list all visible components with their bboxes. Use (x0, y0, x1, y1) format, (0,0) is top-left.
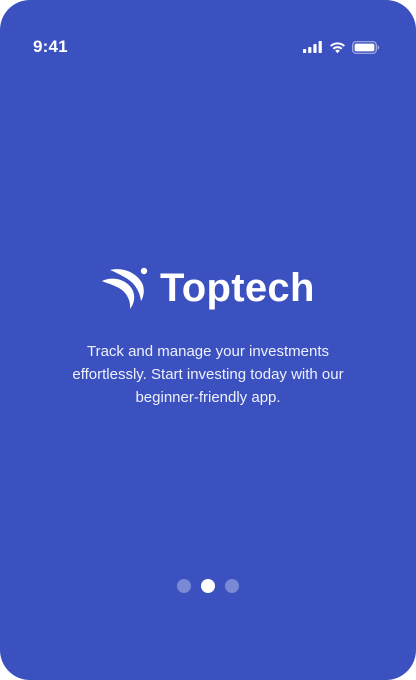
tagline-line: effortlessly. Start investing today with… (72, 366, 344, 383)
status-bar: 9:41 (0, 0, 416, 90)
page-dot-3[interactable] (225, 579, 239, 593)
page-dot-1[interactable] (177, 579, 191, 593)
battery-icon (352, 40, 380, 54)
status-time: 9:41 (33, 37, 68, 56)
brand-block: Toptech Track and manage your investment… (52, 240, 364, 456)
tagline-line: beginner-friendly app. (135, 389, 281, 406)
logo: Toptech (100, 260, 315, 316)
onboarding-screen: 9:41 Toptech Track and manage your inves… (0, 0, 416, 680)
toptech-logo-icon (100, 265, 148, 311)
page-dot-2[interactable] (201, 579, 215, 593)
cellular-signal-icon (303, 41, 323, 53)
page-indicator (0, 579, 416, 593)
wifi-icon (329, 41, 346, 54)
tagline-line: Track and manage your investments (86, 343, 330, 360)
status-icons (303, 38, 380, 56)
tagline: Track and manage your investments effort… (52, 340, 364, 409)
brand-name: Toptech (160, 266, 315, 310)
